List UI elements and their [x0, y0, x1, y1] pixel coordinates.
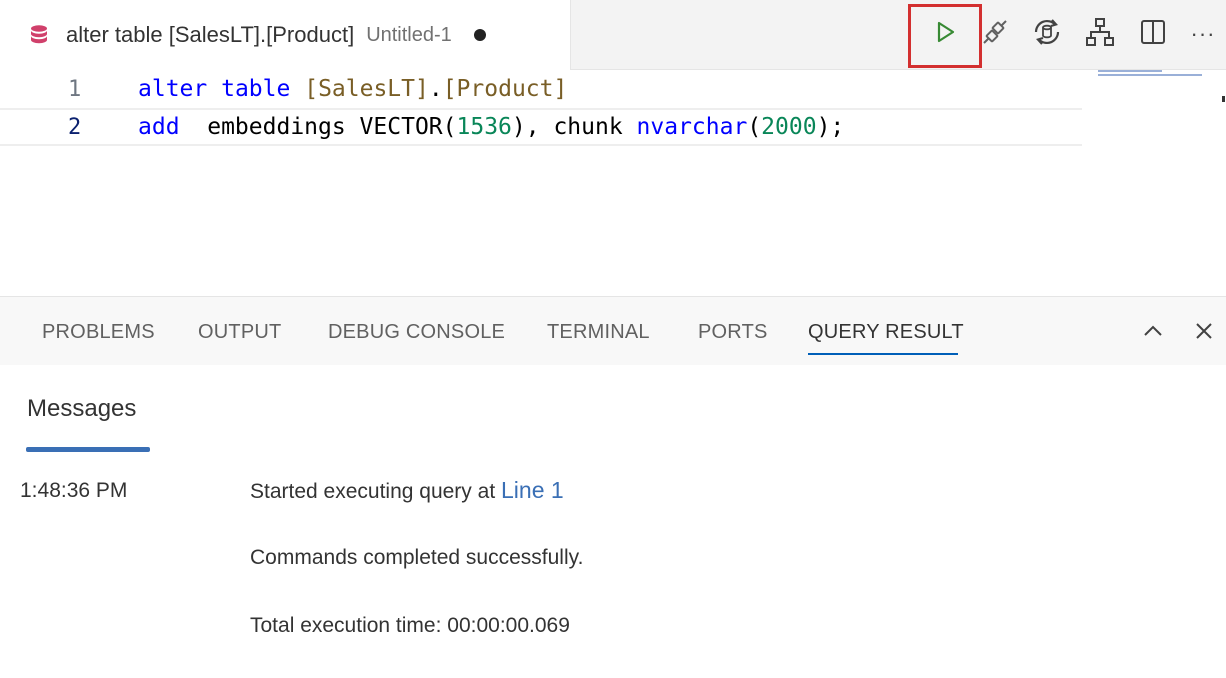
code-token: nvarchar	[636, 114, 748, 140]
line-number: 1	[68, 76, 82, 102]
connect-button[interactable]	[975, 14, 1015, 54]
more-actions-button[interactable]: ···	[1183, 14, 1223, 54]
code-line[interactable]: 1 alter table [SalesLT].[Product]	[0, 70, 1082, 108]
tab-terminal[interactable]: TERMINAL	[547, 321, 650, 344]
message-timestamp: 1:48:36 PM	[20, 479, 128, 502]
run-query-icon	[933, 20, 957, 49]
messages-tab-indicator	[26, 447, 150, 452]
scrollbar-indicator	[1222, 96, 1225, 102]
tab-description: Untitled-1	[366, 23, 452, 46]
code-token: (	[442, 114, 457, 140]
run-query-button[interactable]	[925, 14, 965, 54]
change-connection-button[interactable]	[1027, 14, 1067, 54]
code-token: );	[816, 114, 845, 140]
code-token: [SalesLT]	[304, 76, 429, 102]
split-editor-icon	[1139, 18, 1167, 51]
tab-ports[interactable]: PORTS	[698, 321, 768, 344]
bottom-panel: PROBLEMS OUTPUT DEBUG CONSOLE TERMINAL P…	[0, 296, 1226, 678]
connect-icon	[980, 17, 1010, 52]
message-completed: Commands completed successfully.	[250, 546, 584, 569]
code-text: alter table [SalesLT].[Product]	[138, 76, 567, 102]
tab-query-result[interactable]: QUERY RESULT	[808, 321, 964, 344]
more-icon: ···	[1190, 21, 1216, 46]
message-started-text: Started executing query at	[250, 480, 501, 503]
code-token: table	[221, 76, 291, 102]
code-token: .	[428, 76, 443, 102]
code-token: 1536	[456, 114, 512, 140]
unsaved-dot-icon[interactable]	[473, 29, 486, 41]
message-execution-time: Total execution time: 00:00:00.069	[250, 614, 570, 637]
code-token: (	[747, 114, 762, 140]
maximize-panel-button[interactable]	[1139, 319, 1167, 347]
chevron-up-icon	[1142, 320, 1164, 347]
editor-tab[interactable]: alter table [SalesLT].[Product] Untitled…	[0, 0, 571, 70]
line-link[interactable]: Line 1	[501, 477, 564, 503]
code-token: add	[138, 114, 180, 140]
editor-tab-bar: alter table [SalesLT].[Product] Untitled…	[0, 0, 1226, 70]
change-connection-icon	[1030, 15, 1064, 54]
tab-output[interactable]: OUTPUT	[198, 321, 281, 344]
code-token: alter	[138, 76, 208, 102]
minimap[interactable]	[1098, 70, 1202, 78]
messages-tab[interactable]: Messages	[27, 395, 136, 423]
code-token: embeddings VECTOR	[179, 114, 443, 140]
split-editor-button[interactable]	[1133, 14, 1173, 54]
code-token: ), chunk	[511, 114, 637, 140]
panel-tab-bar: PROBLEMS OUTPUT DEBUG CONSOLE TERMINAL P…	[0, 297, 1226, 365]
code-line-current[interactable]: 2 add embeddings VECTOR(1536), chunk nva…	[0, 108, 1082, 146]
database-icon	[28, 23, 52, 47]
close-icon	[1193, 320, 1215, 347]
tab-problems[interactable]: PROBLEMS	[42, 321, 155, 344]
code-editor[interactable]: 1 alter table [SalesLT].[Product] 2 add …	[0, 70, 1226, 296]
query-plan-icon	[1085, 17, 1115, 52]
message-started: Started executing query at Line 1	[250, 477, 564, 504]
tab-title: alter table [SalesLT].[Product]	[66, 22, 355, 47]
code-text: add embeddings VECTOR(1536), chunk nvarc…	[138, 114, 844, 140]
line-number: 2	[68, 114, 82, 140]
code-token: [Product]	[442, 76, 568, 102]
close-panel-button[interactable]	[1190, 319, 1218, 347]
query-plan-button[interactable]	[1080, 14, 1120, 54]
active-tab-indicator	[808, 353, 958, 355]
code-token: 2000	[761, 114, 817, 140]
tab-debug-console[interactable]: DEBUG CONSOLE	[328, 321, 505, 344]
